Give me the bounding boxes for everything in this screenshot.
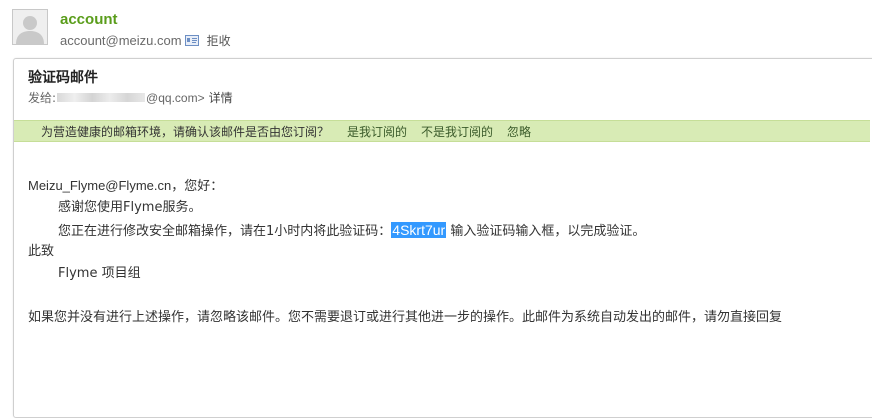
mail-subject: 验证码邮件: [28, 70, 98, 86]
subscribed-link[interactable]: 是我订阅的: [347, 123, 407, 140]
mail-body: Meizu_Flyme@Flyme.cn，您好： 感谢您使用Flyme服务。 您…: [28, 175, 868, 329]
greeting-line: Meizu_Flyme@Flyme.cn，您好：: [28, 175, 868, 197]
ignore-link[interactable]: 忽略: [507, 123, 531, 140]
line2-suffix: 输入验证码输入框，以完成验证。: [450, 224, 646, 239]
verification-code[interactable]: 4Skrt7ur: [391, 222, 447, 238]
subscription-notice-bar: 为营造健康的邮箱环境，请确认该邮件是否由您订阅？ 是我订阅的 不是我订阅的 忽略: [14, 120, 870, 142]
sender-info-row: account@meizu.com 拒收: [60, 31, 231, 49]
body-line-1: 感谢您使用Flyme服务。: [58, 200, 202, 215]
greeting-address[interactable]: Meizu_Flyme@Flyme.cn: [28, 178, 171, 193]
vcard-icon[interactable]: [184, 34, 199, 46]
greeting-suffix: ，您好：: [171, 179, 224, 194]
reject-link[interactable]: 拒收: [207, 32, 231, 49]
closing-line: 此致: [28, 244, 55, 259]
detail-link[interactable]: 详情: [209, 89, 233, 106]
not-subscribed-link[interactable]: 不是我订阅的: [421, 123, 493, 140]
recipient-row: 发给: @qq.com> 详情: [28, 89, 233, 106]
sender-email[interactable]: account@meizu.com: [60, 33, 182, 48]
sender-header: account account@meizu.com 拒收: [0, 0, 872, 56]
sender-name[interactable]: account: [60, 11, 118, 28]
footer-line: 如果您并没有进行上述操作，请忽略该邮件。您不需要退订或进行其他进一步的操作。此邮…: [28, 310, 783, 325]
body-line-2: 您正在进行修改安全邮箱操作，请在1小时内将此验证码：4Skrt7ur 输入验证码…: [28, 219, 868, 241]
notice-text: 为营造健康的邮箱环境，请确认该邮件是否由您订阅？: [41, 124, 330, 139]
user-silhouette-icon: [13, 10, 47, 44]
mail-panel: 验证码邮件 发给: @qq.com> 详情 为营造健康的邮箱环境，请确认该邮件是…: [13, 58, 872, 418]
masked-recipient: [57, 93, 146, 102]
to-label: 发给:: [28, 91, 57, 105]
signature-line: Flyme 项目组: [58, 266, 141, 281]
line2-prefix: 您正在进行修改安全邮箱操作，请在1小时内将此验证码：: [58, 224, 392, 239]
avatar[interactable]: [12, 9, 48, 45]
recipient-domain: @qq.com>: [146, 90, 205, 105]
